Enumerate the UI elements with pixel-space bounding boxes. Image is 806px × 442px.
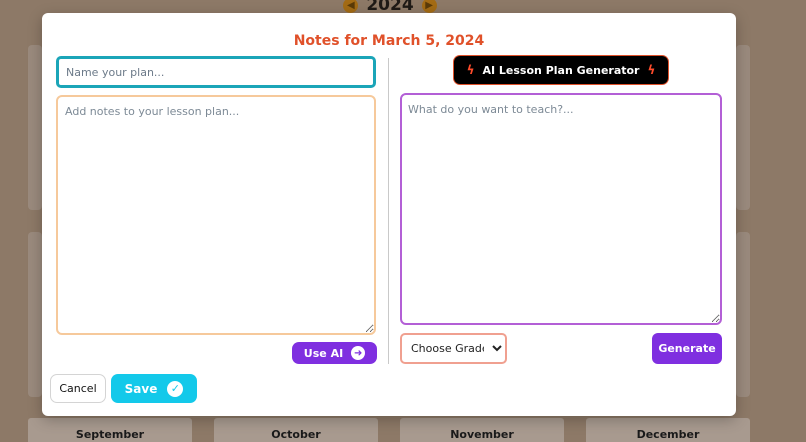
month-card-november[interactable]: November (400, 418, 564, 442)
cancel-button[interactable]: Cancel (50, 374, 106, 403)
teach-topic-textarea[interactable] (400, 93, 722, 325)
month-card (736, 45, 750, 210)
ai-header-label: AI Lesson Plan Generator (482, 63, 640, 77)
save-button[interactable]: Save ✓ (111, 374, 197, 403)
use-ai-label: Use AI (303, 346, 344, 360)
notes-textarea[interactable] (56, 95, 376, 335)
check-icon: ✓ (167, 380, 184, 397)
chevron-right-icon[interactable]: ▶ (421, 0, 437, 13)
notes-modal: Notes for March 5, 2024 Use AI ➜ ϟ AI Le… (42, 13, 736, 416)
use-ai-button[interactable]: Use AI ➜ (292, 342, 377, 364)
month-card-october[interactable]: October (214, 418, 378, 442)
arrow-right-icon: ➜ (351, 346, 366, 360)
modal-title: Notes for March 5, 2024 (293, 33, 485, 49)
column-divider (388, 58, 389, 364)
generate-button[interactable]: Generate (652, 333, 722, 364)
month-card-september[interactable]: September (28, 418, 192, 442)
chevron-left-icon[interactable]: ◀ (343, 0, 359, 13)
month-card-december[interactable]: December (586, 418, 750, 442)
month-card (28, 232, 42, 397)
lightning-icon: ϟ (647, 63, 656, 77)
grade-select[interactable]: Choose Grade (400, 333, 507, 364)
lightning-icon: ϟ (466, 63, 475, 77)
month-card (736, 232, 750, 397)
plan-name-input[interactable] (56, 56, 376, 88)
ai-generator-header: ϟ AI Lesson Plan Generator ϟ (454, 56, 668, 84)
month-card (28, 45, 42, 210)
save-label: Save (124, 381, 158, 396)
